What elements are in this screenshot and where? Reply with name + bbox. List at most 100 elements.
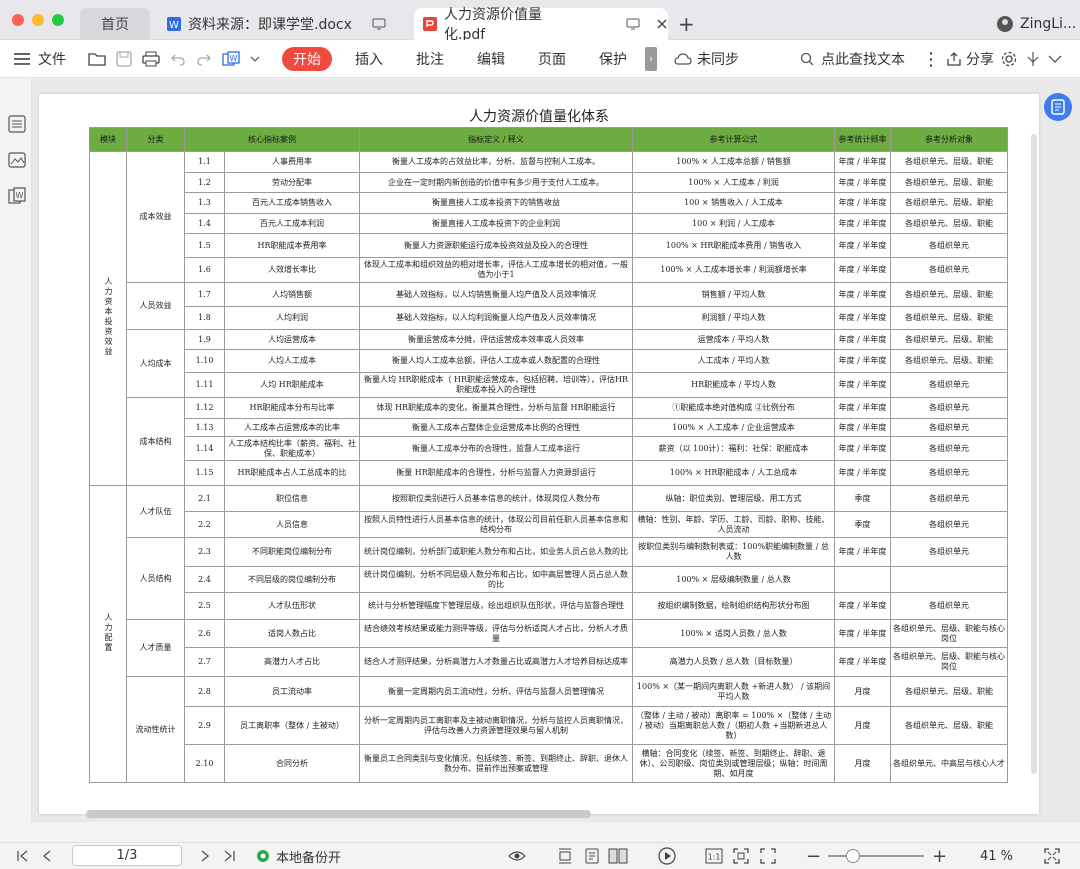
fit-page-icon[interactable] bbox=[733, 843, 749, 869]
page-tab-button[interactable]: 页面 bbox=[538, 40, 566, 78]
cloud-icon bbox=[674, 52, 692, 66]
horizontal-scrollbar[interactable] bbox=[86, 810, 591, 818]
outline-icon[interactable] bbox=[8, 115, 26, 133]
tab-home[interactable]: 首页 bbox=[80, 8, 150, 40]
vertical-scrollbar[interactable] bbox=[1031, 134, 1037, 774]
index-cell: 1.10 bbox=[184, 349, 225, 373]
prev-page-button[interactable] bbox=[42, 843, 52, 869]
target-cell: 各组织单元、层级、职能 bbox=[890, 706, 1008, 745]
settings-icon[interactable] bbox=[1001, 40, 1017, 78]
user-account[interactable]: ZingLi... bbox=[996, 8, 1076, 40]
share-button[interactable]: 分享 bbox=[946, 40, 994, 78]
last-page-button[interactable] bbox=[222, 843, 236, 869]
zoom-slider-handle[interactable] bbox=[846, 849, 860, 863]
formula-cell: 利润额 / 平均人数 bbox=[632, 306, 835, 330]
word-convert-icon[interactable]: W bbox=[8, 187, 26, 205]
formula-cell: 100% × 层级编制数量 / 总人数 bbox=[632, 566, 835, 593]
definition-cell: 结合人才测评结果，分析高潜力人才数量占比或高潜力人才培养目标达成率 bbox=[359, 647, 633, 677]
zoom-window-button[interactable] bbox=[52, 14, 64, 26]
print-icon[interactable] bbox=[142, 51, 160, 67]
edit-tab-button[interactable]: 编辑 bbox=[477, 40, 505, 78]
play-icon[interactable] bbox=[658, 843, 676, 869]
formula-cell: 按职位类别与编制数制表或：100%职能编制数量 / 总人数 bbox=[632, 537, 835, 567]
more-tabs-arrow[interactable]: › bbox=[645, 47, 657, 71]
single-page-icon[interactable] bbox=[557, 843, 573, 869]
target-cell: 各组织单元 bbox=[890, 233, 1008, 258]
tab-docx[interactable]: W 资料来源：即课学堂.docx bbox=[160, 8, 400, 40]
continuous-page-icon[interactable] bbox=[585, 843, 599, 869]
undo-icon[interactable] bbox=[170, 52, 186, 66]
table-row: 人力资本投资效益 成本效益 1.1 人事费用率 衡量人工成本的占效益比率，分析、监督与控… bbox=[89, 151, 1008, 486]
comment-tab-button[interactable]: 批注 bbox=[416, 40, 444, 78]
document-viewport[interactable]: 人力资源价值量化体系 模块 分类 核心指标案例 指标定义 / 释义 参考计算公式… bbox=[32, 79, 1080, 822]
file-menu-button[interactable]: 文件 bbox=[14, 40, 66, 78]
new-tab-button[interactable]: + bbox=[678, 8, 698, 40]
target-cell: 各组织单元、中高层与核心人才 bbox=[890, 744, 1008, 783]
search-box[interactable]: 点此查找文本 bbox=[800, 40, 905, 78]
metric-name-cell: 员工离职率（整体 / 主被动） bbox=[224, 706, 360, 745]
minimize-window-button[interactable] bbox=[32, 14, 44, 26]
first-page-button[interactable] bbox=[16, 843, 30, 869]
metric-name-cell: HR职能成本分布与比率 bbox=[224, 397, 360, 419]
redo-icon[interactable] bbox=[196, 52, 212, 66]
frequency-cell: 年度 / 半年度 bbox=[834, 436, 891, 461]
definition-cell: 企业在一定时期内新创造的价值中有多少用于支付人工成本。 bbox=[359, 172, 633, 193]
zoom-in-button[interactable]: + bbox=[932, 843, 947, 869]
page-number-field[interactable]: 1/3 bbox=[72, 845, 182, 866]
save-icon[interactable] bbox=[116, 51, 132, 67]
pin-icon[interactable] bbox=[1026, 40, 1040, 78]
target-cell: 各组织单元、层级、职能 bbox=[890, 151, 1008, 173]
floating-tool-button[interactable] bbox=[1044, 93, 1072, 121]
formula-cell: 100% × 人工成本增长率 / 利润额增长率 bbox=[632, 257, 835, 283]
document-title: 人力资源价值量化体系 bbox=[469, 109, 609, 125]
close-window-button[interactable] bbox=[12, 14, 24, 26]
table-row: 1.5 HR职能成本费用率 衡量人力资源职能运行成本投资效益及投入的合理性 100% … bbox=[90, 233, 1008, 258]
definition-cell: 衡量人均 HR职能成本（ HR职能运营成本，包括招聘、培训等），评估HR职能成本… bbox=[359, 372, 633, 398]
frequency-cell: 年度 / 半年度 bbox=[834, 619, 891, 648]
local-backup-toggle[interactable]: 本地备份开 bbox=[256, 843, 341, 869]
tab-pdf[interactable]: 人力资源价值量化.pdf bbox=[414, 7, 668, 43]
next-page-button[interactable] bbox=[200, 843, 210, 869]
local-backup-label: 本地备份开 bbox=[276, 850, 342, 866]
tab-pdf-label: 人力资源价值量化.pdf bbox=[444, 7, 542, 43]
pdf-file-icon bbox=[422, 16, 438, 32]
header-cell: 参考分析对象 bbox=[890, 127, 1008, 152]
table-header-row: 模块 分类 核心指标案例 指标定义 / 释义 参考计算公式 参考统计频率 参考分… bbox=[89, 127, 1008, 152]
screen-icon[interactable] bbox=[372, 17, 386, 31]
eye-protection-icon[interactable] bbox=[508, 843, 526, 869]
actual-size-icon[interactable]: 1:1 bbox=[705, 843, 723, 869]
zoom-out-button[interactable]: − bbox=[806, 843, 821, 869]
definition-cell: 统计岗位编制，分析不同层级人数分布和占比，如中高层管理人员占总人数的比 bbox=[359, 566, 633, 593]
dual-page-icon[interactable] bbox=[608, 843, 628, 869]
formula-cell: 100% × HR职能成本费用 / 销售收入 bbox=[632, 233, 835, 258]
protect-tab-button[interactable]: 保护 bbox=[599, 40, 627, 78]
zoom-slider[interactable] bbox=[828, 843, 924, 869]
definition-cell: 衡量人工成本的占效益比率，分析、监督与控制人工成本。 bbox=[359, 151, 633, 173]
thumbnail-icon[interactable] bbox=[8, 151, 26, 169]
table-row: 1.8 人均利润 基础人效指标，以人均利润衡量人均产值及人员效率情况 利润额 / 平均… bbox=[90, 306, 1008, 330]
fit-width-icon[interactable] bbox=[760, 843, 776, 869]
frequency-cell: 年度 / 半年度 bbox=[834, 257, 891, 283]
start-tab-button[interactable]: 开始 bbox=[282, 47, 332, 71]
target-cell: 各组织单元 bbox=[890, 460, 1008, 486]
zoom-level[interactable]: 41 % bbox=[980, 843, 1013, 869]
chevron-down-icon[interactable] bbox=[1048, 40, 1062, 78]
screen-icon[interactable] bbox=[626, 17, 640, 31]
category-cell: 人员效益 bbox=[126, 282, 185, 330]
export-word-icon[interactable]: W bbox=[222, 51, 240, 67]
target-cell: 各组织单元 bbox=[890, 485, 1008, 512]
chevron-down-icon[interactable] bbox=[250, 55, 260, 63]
index-cell: 1.15 bbox=[184, 460, 225, 486]
close-tab-icon[interactable] bbox=[656, 18, 668, 30]
index-cell: 1.9 bbox=[184, 329, 225, 350]
index-cell: 1.5 bbox=[184, 233, 225, 258]
folder-icon[interactable] bbox=[88, 51, 106, 67]
metric-name-cell: 适岗人数占比 bbox=[224, 619, 360, 648]
sync-status-button[interactable]: 未同步 bbox=[674, 40, 739, 78]
formula-cell: 100% × HR职能成本 / 人工总成本 bbox=[632, 460, 835, 486]
frequency-cell: 年度 / 半年度 bbox=[834, 151, 891, 173]
module-label: 人力配置 bbox=[104, 612, 113, 653]
fullscreen-icon[interactable] bbox=[1044, 843, 1060, 869]
insert-tab-button[interactable]: 插入 bbox=[355, 40, 383, 78]
more-options-icon[interactable]: ⋮ bbox=[922, 40, 940, 78]
